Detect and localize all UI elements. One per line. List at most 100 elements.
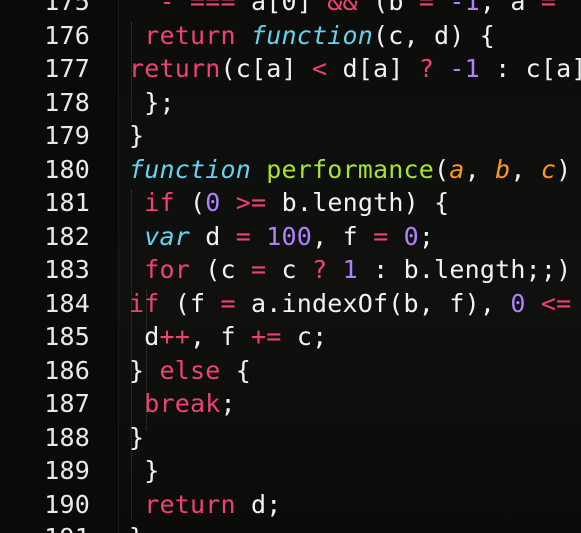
code-token: if bbox=[129, 188, 191, 217]
code-token: -1 bbox=[449, 0, 480, 16]
code-token: === bbox=[190, 0, 252, 16]
code-token: < bbox=[312, 54, 343, 83]
code-token: a.indexOf(b, f), bbox=[251, 288, 511, 318]
code-token: else bbox=[159, 355, 236, 385]
code-token: performance bbox=[266, 154, 435, 184]
code-token: return bbox=[129, 489, 252, 519]
code-token: d bbox=[205, 221, 236, 251]
code-token: if bbox=[129, 288, 175, 318]
code-text: } bbox=[129, 454, 160, 487]
code-text: return d; bbox=[129, 488, 282, 521]
code-token: b.length) { bbox=[281, 188, 450, 217]
line-number: 189 bbox=[44, 456, 90, 485]
code-token: && bbox=[327, 0, 374, 16]
code-text: function performance(a, b, c) { bbox=[129, 153, 581, 186]
line-number: 179 bbox=[44, 121, 90, 150]
code-token: } bbox=[129, 523, 144, 533]
code-token: <= bbox=[540, 288, 572, 318]
code-token: ( bbox=[434, 154, 450, 184]
code-token: }; bbox=[129, 87, 175, 117]
code-token: -1 bbox=[449, 54, 496, 83]
gutter-divider bbox=[118, 0, 119, 533]
code-text: } bbox=[129, 521, 144, 533]
code-token: 100 bbox=[266, 221, 313, 251]
code-token: (b bbox=[373, 0, 419, 16]
line-number: 177 bbox=[44, 54, 90, 83]
code-token: += bbox=[251, 322, 297, 351]
line-number: 180 bbox=[44, 154, 90, 184]
code-token: ) { bbox=[556, 154, 572, 184]
code-text: if (f = a.indexOf(b, f), 0 <= f bbox=[129, 287, 581, 320]
line-number: 183 bbox=[44, 255, 90, 284]
code-token: , f bbox=[190, 322, 252, 351]
code-token: , f bbox=[312, 221, 374, 251]
code-token: ; bbox=[418, 221, 435, 251]
line-number: 184 bbox=[44, 288, 90, 318]
code-token: function bbox=[129, 154, 267, 184]
line-number: 190 bbox=[44, 489, 90, 519]
code-token: = bbox=[235, 221, 267, 251]
line-number: 186 bbox=[44, 355, 90, 385]
code-token: 0 bbox=[510, 288, 541, 318]
code-text: d++, f += c; bbox=[129, 320, 327, 353]
code-token: = bbox=[540, 0, 557, 16]
code-text: } bbox=[129, 421, 144, 454]
code-token: : c[a] bbox=[495, 54, 581, 83]
code-text: if (0 >= b.length) { bbox=[129, 186, 449, 219]
code-token: for bbox=[129, 255, 206, 284]
code-token: var bbox=[129, 221, 206, 251]
code-token: d; bbox=[251, 489, 282, 519]
code-token: : b.length;;) { bbox=[373, 255, 581, 284]
code-token: } bbox=[129, 355, 160, 385]
code-token: , bbox=[510, 154, 541, 184]
line-number: 188 bbox=[44, 422, 90, 452]
code-token: = bbox=[418, 0, 450, 16]
code-token: ( bbox=[190, 188, 206, 217]
code-token: ? bbox=[312, 255, 343, 284]
code-token: , bbox=[464, 154, 496, 184]
code-token: break bbox=[129, 389, 221, 418]
line-number: 187 bbox=[44, 389, 90, 418]
code-token: (c bbox=[205, 255, 252, 284]
code-token: c bbox=[540, 154, 557, 184]
code-token: 0 bbox=[403, 221, 419, 251]
code-token: { bbox=[235, 355, 252, 385]
line-number: 185 bbox=[44, 322, 90, 351]
line-number: 176 bbox=[44, 20, 90, 50]
code-token: (c[a] bbox=[220, 54, 313, 83]
code-token: } bbox=[129, 121, 145, 150]
code-token: (f bbox=[174, 288, 221, 318]
code-token: ; bbox=[220, 389, 236, 418]
code-text: return(c[a] < d[a] ? -1 : c[a] bbox=[129, 52, 581, 85]
code-token: ++ bbox=[159, 322, 191, 351]
code-token: return bbox=[129, 20, 252, 50]
code-token: ? bbox=[418, 54, 450, 83]
code-token: c; bbox=[296, 322, 328, 351]
code-text: return function(c, d) { bbox=[129, 19, 495, 52]
line-number: 178 bbox=[44, 87, 90, 117]
line-number: 181 bbox=[44, 188, 90, 217]
code-token: c bbox=[281, 255, 313, 284]
code-text: - === a[0] && (b = -1, a = bbox=[129, 0, 556, 18]
code-token: (c, d) { bbox=[373, 20, 496, 50]
code-text: }; bbox=[129, 86, 175, 119]
code-token: d[a] bbox=[342, 54, 419, 83]
code-token: d bbox=[129, 322, 160, 351]
code-token: = bbox=[220, 288, 252, 318]
code-text: } bbox=[129, 119, 144, 152]
line-number: 175 bbox=[44, 0, 90, 16]
code-token: 0 bbox=[205, 188, 236, 217]
code-token: 1 bbox=[342, 255, 374, 284]
code-text: } else { bbox=[129, 354, 251, 387]
code-token: a bbox=[449, 154, 465, 184]
code-editor[interactable]: 175 - === a[0] && (b = -1, a = 176 return… bbox=[0, 0, 581, 533]
code-token: b bbox=[495, 154, 511, 184]
code-token: >= bbox=[235, 188, 282, 217]
code-token: = bbox=[373, 221, 404, 251]
code-token: return bbox=[129, 54, 221, 83]
code-token: } bbox=[129, 422, 145, 452]
code-token: , a bbox=[479, 0, 541, 16]
code-text: break; bbox=[129, 387, 236, 420]
code-token: a[0] bbox=[251, 0, 328, 16]
line-number: 191 bbox=[10, 521, 90, 533]
